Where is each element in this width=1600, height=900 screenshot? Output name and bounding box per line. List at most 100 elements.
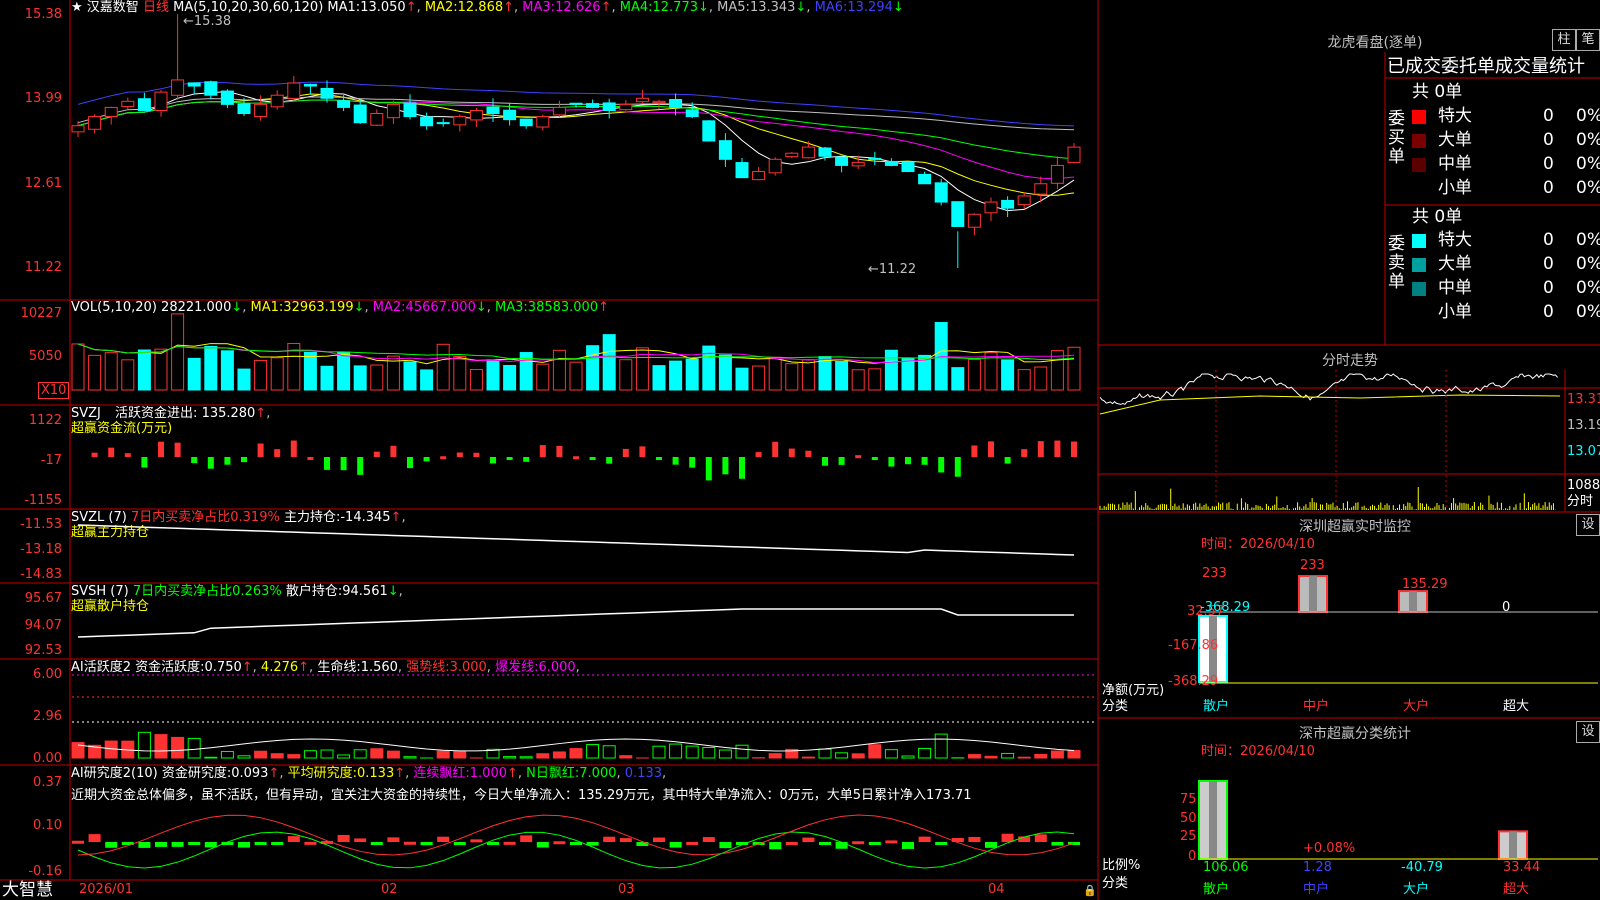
vol-ma3-label: MA3: — [495, 300, 528, 315]
svsh-arrow: ↓ — [387, 584, 399, 599]
classify-title: 深市超赢分类统计 — [1299, 726, 1411, 742]
ai1-arrow-up-icon: ↑ — [241, 660, 253, 675]
ai2-avg-arrow-up-icon: ↑ — [394, 766, 406, 781]
ai1-value: 0.750 — [204, 660, 242, 675]
svzl-subtitle: 超赢主力持仓 — [71, 525, 150, 540]
ma1-value: 13.050 — [360, 0, 406, 15]
ai2-cont: 1.000 — [469, 766, 507, 781]
ma2-label: MA2: — [424, 0, 458, 15]
low-price-mark: ←11.22 — [868, 262, 917, 277]
order-size-swatch — [1412, 258, 1426, 272]
order-size-pct: 0% — [1576, 106, 1600, 126]
order-size-swatch — [1412, 182, 1426, 196]
lock-icon[interactable]: 🔒 — [1083, 884, 1097, 897]
monitor-bar-shade — [1309, 576, 1317, 612]
vol-ma1-label: MA1: — [250, 300, 284, 315]
classify-val-super: 33.44 — [1503, 860, 1541, 875]
classify-cat-mid: 中户 — [1303, 882, 1330, 897]
monitor-ytick-3: -167.86 — [1168, 638, 1219, 653]
ai2-arrow-up-icon: ↑ — [268, 766, 280, 781]
order-size-name: 中单 — [1438, 154, 1472, 174]
ai2-comment: 近期大资金总体偏多，虽不活跃，但有异动，宜关注大资金的持续性，今日大单净流入：1… — [71, 788, 972, 803]
classify-xlabel: 分类 — [1102, 876, 1129, 891]
vol-value-arrow: ↓ — [231, 300, 243, 315]
classify-cat-big: 大户 — [1403, 882, 1430, 897]
svzj-ytick-1: 1122 — [28, 413, 62, 428]
ma3-arrow: ↑ — [600, 0, 612, 15]
monitor-val-big: 135.29 — [1402, 577, 1448, 592]
star-icon[interactable]: ★ — [71, 0, 83, 15]
order-size-swatch — [1412, 158, 1426, 172]
bar-mode-button[interactable]: 柱 — [1552, 29, 1576, 51]
vol-ytick-2: 5050 — [28, 349, 62, 364]
monitor-cat-super: 超大 — [1503, 699, 1530, 714]
low-price-value: 11.22 — [878, 262, 917, 277]
classify-bar-shade — [1209, 781, 1217, 859]
xaxis-label-jan: 2026/01 — [79, 882, 134, 897]
vol-ma1-arrow: ↓ — [353, 300, 365, 315]
svzl-label: 主力持仓: — [283, 510, 341, 525]
monitor-xlabel: 分类 — [1102, 699, 1129, 714]
ai1-arrow2-up-icon: ↑ — [298, 660, 310, 675]
svsh-value: 94.561 — [342, 584, 388, 599]
stock-name: 汉嘉数智 — [86, 0, 139, 15]
monitor-cat-retail: 散户 — [1203, 699, 1230, 714]
ai2-ytick-1: 0.37 — [33, 775, 62, 790]
intraday-ytick-3: 13.07 — [1567, 444, 1600, 459]
buy-side-label: 委买单 — [1388, 110, 1406, 167]
ai2-n: 7.000 — [579, 766, 617, 781]
ma-header: MA(5,10,20,30,60,120) — [173, 0, 324, 15]
svsh-label: 散户持仓: — [285, 584, 343, 599]
classify-settings-button[interactable]: 设 — [1576, 721, 1600, 743]
ma3-value: 12.626 — [555, 0, 601, 15]
classify-ytick-2: 50 — [1180, 811, 1197, 826]
high-price-mark: ←15.38 — [183, 14, 232, 29]
vol-ma2-arrow: ↓ — [475, 300, 487, 315]
order-size-pct: 0% — [1576, 178, 1600, 198]
vol-ma3-arrow: ↑ — [598, 300, 610, 315]
order-size-pct: 0% — [1576, 154, 1600, 174]
vol-header: VOL(5,10,20) 28221.000↓, MA1:32963.199↓,… — [71, 300, 610, 315]
ai1-burst: 6.000 — [538, 660, 576, 675]
ma6-label: MA6: — [814, 0, 848, 15]
monitor-settings-button[interactable]: 设 — [1576, 514, 1600, 536]
ai2-title: AI研究度2(10) — [71, 766, 158, 781]
vol-title: VOL(5,10,20) — [71, 300, 157, 315]
order-size-count: 0 — [1543, 278, 1554, 298]
order-size-pct: 0% — [1576, 302, 1600, 322]
period-label[interactable]: 日线 — [143, 0, 169, 15]
stats-title: 已成交委托单成交量统计 — [1387, 56, 1585, 77]
order-size-swatch — [1412, 134, 1426, 148]
classify-ylabel: 比例% — [1102, 858, 1141, 873]
main-ytick-1: 15.38 — [24, 7, 62, 22]
classify-ytick-4: 0 — [1188, 849, 1197, 864]
svzj-ytick-3: -1155 — [24, 493, 62, 508]
xaxis-label-mar: 03 — [618, 882, 635, 897]
high-price-value: 15.38 — [193, 14, 232, 29]
buy-side-text: 委买单 — [1388, 109, 1405, 167]
monitor-cat-mid: 中户 — [1303, 699, 1330, 714]
ai1-ytick-3: 0.00 — [33, 751, 62, 766]
ai2-ytick-2: 0.10 — [33, 818, 62, 833]
ai1-label: 资金活跃度: — [135, 660, 205, 675]
svsh-subtitle: 超赢散户持仓 — [71, 599, 150, 614]
classify-ytick-3: 25 — [1180, 829, 1197, 844]
tick-mode-button[interactable]: 笔 — [1576, 29, 1600, 51]
svsh-ytick-2: 94.07 — [24, 618, 62, 633]
ma4-label: MA4: — [619, 0, 653, 15]
vol-value: 28221.000 — [161, 300, 232, 315]
vol-unit-badge[interactable]: X10 — [38, 382, 70, 399]
svsh-ytick-1: 95.67 — [24, 591, 62, 606]
ai2-ytick-3: -0.16 — [28, 864, 62, 879]
ma3-label: MA3: — [522, 0, 556, 15]
order-size-pct: 0% — [1576, 254, 1600, 274]
chart-frame — [0, 0, 1600, 900]
ai1-strong-label: 强势线: — [406, 660, 450, 675]
ai2-header: AI研究度2(10) 资金研究度:0.093↑, 平均研究度:0.133↑, 连… — [71, 766, 667, 781]
classify-time: 时间：2026/04/10 — [1201, 744, 1315, 759]
svzl-ytick-3: -14.83 — [20, 567, 62, 582]
ai2-label: 资金研究度: — [161, 766, 232, 781]
main-ytick-2: 13.99 — [24, 91, 62, 106]
order-size-name: 特大 — [1438, 106, 1472, 126]
monitor-bar-shade — [1409, 591, 1417, 612]
